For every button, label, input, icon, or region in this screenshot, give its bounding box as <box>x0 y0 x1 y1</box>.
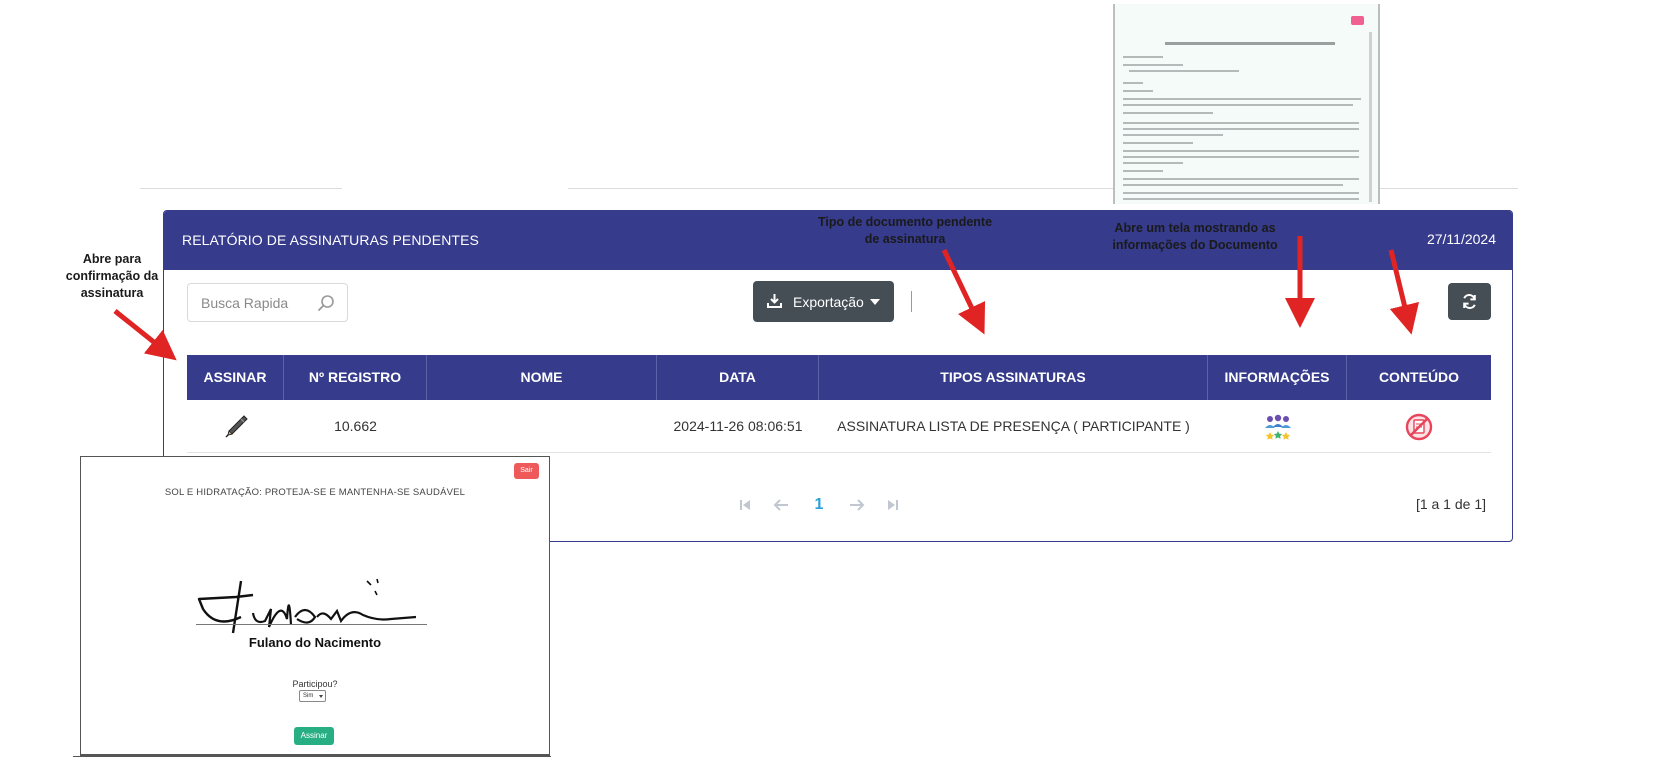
export-label: Exportação <box>793 294 864 310</box>
document-preview-line <box>1123 64 1183 66</box>
table-row: 10.662 2024-11-26 08:06:51 ASSINATURA LI… <box>187 400 1491 453</box>
document-preview-scrollbar[interactable] <box>1369 32 1372 202</box>
last-page-icon <box>888 499 898 510</box>
panel-date: 27/11/2024 <box>1426 231 1496 247</box>
participou-select[interactable]: Sim <box>299 690 326 702</box>
document-preview-close-button[interactable] <box>1351 16 1364 25</box>
modal-document-title: SOL E HIDRATAÇÃO: PROTEJA-SE E MANTENHA-… <box>164 487 466 498</box>
annotation-informacoes-line: informações do Documento <box>1112 238 1278 252</box>
modal-shadow-line <box>73 756 551 757</box>
search-icon[interactable] <box>317 294 335 312</box>
confirm-sign-button[interactable]: Assinar <box>294 727 334 745</box>
document-preview-line <box>1123 170 1163 172</box>
document-blocked-icon[interactable] <box>1405 413 1433 441</box>
pencil-icon[interactable] <box>223 414 249 440</box>
document-preview-line <box>1123 156 1359 158</box>
quick-search <box>187 283 348 322</box>
column-header-data[interactable]: DATA <box>657 355 819 400</box>
column-header-conteudo[interactable]: CONTEÚDO <box>1347 355 1491 400</box>
arrow-right-icon <box>850 499 865 511</box>
column-header-registro[interactable]: Nº REGISTRO <box>284 355 427 400</box>
first-page-icon <box>740 499 750 510</box>
document-preview-line <box>1123 184 1343 186</box>
document-preview-line <box>1123 104 1353 106</box>
cell-informacoes <box>1208 400 1347 453</box>
signature-modal: Sair SOL E HIDRATAÇÃO: PROTEJA-SE E MANT… <box>80 456 550 756</box>
annotation-tipo: Tipo de documento pendente de assinatura <box>800 214 1010 248</box>
document-preview-line <box>1123 122 1359 124</box>
document-preview-line <box>1123 162 1183 164</box>
refresh-icon <box>1463 294 1476 309</box>
signature-baseline <box>196 624 427 625</box>
record-count: [1 a 1 de 1] <box>1415 496 1486 512</box>
cell-conteudo <box>1347 400 1491 453</box>
document-preview-line <box>1123 134 1223 136</box>
column-header-tipos[interactable]: TIPOS ASSINATURAS <box>819 355 1208 400</box>
people-group-icon[interactable] <box>1264 414 1292 441</box>
column-header-informacoes[interactable]: INFORMAÇÕES <box>1208 355 1347 400</box>
annotation-assinar-line: confirmação da <box>65 269 159 283</box>
cell-tipos: ASSINATURA LISTA DE PRESENÇA ( PARTICIPA… <box>837 418 1190 434</box>
column-header-nome[interactable]: NOME <box>427 355 657 400</box>
document-preview-line <box>1123 98 1361 100</box>
refresh-button[interactable] <box>1448 283 1491 320</box>
signature-drawing[interactable] <box>191 569 431 639</box>
export-dropdown-button[interactable]: Exportação <box>753 281 894 322</box>
previous-page-button[interactable] <box>770 493 792 517</box>
cell-assinar <box>187 400 284 453</box>
participou-label: Participou? <box>292 679 338 689</box>
toolbar-separator <box>911 291 912 312</box>
annotation-assinar: Abre para confirmação da assinatura <box>52 251 172 302</box>
annotation-informacoes: Abre um tela mostrando as informações do… <box>1095 220 1295 254</box>
annotation-assinar-line: Abre para <box>82 252 142 266</box>
document-preview-line <box>1123 178 1359 180</box>
annotation-tipo-line: Tipo de documento pendente <box>817 215 993 229</box>
document-preview-line <box>1123 82 1143 84</box>
signer-name: Fulano do Nacimento <box>248 635 382 650</box>
arrow-left-icon <box>773 499 788 511</box>
panel-title: RELATÓRIO DE ASSINATURAS PENDENTES <box>182 232 479 248</box>
document-preview-line <box>1123 142 1193 144</box>
document-preview-line <box>1123 56 1163 58</box>
search-input[interactable] <box>189 285 309 320</box>
arrow-to-assinar <box>113 309 177 361</box>
cell-data: 2024-11-26 08:06:51 <box>673 418 803 434</box>
document-preview-line <box>1129 70 1239 72</box>
document-preview-line <box>1123 128 1359 130</box>
table-header: ASSINAR Nº REGISTRO NOME DATA TIPOS ASSI… <box>187 355 1491 400</box>
last-page-button[interactable] <box>882 493 904 517</box>
document-preview-line <box>1123 90 1153 92</box>
document-preview-line <box>1123 198 1359 200</box>
pagination: 1 <box>734 493 934 517</box>
column-header-assinar[interactable]: ASSINAR <box>187 355 284 400</box>
modal-exit-button[interactable]: Sair <box>514 463 539 479</box>
chevron-down-icon <box>870 299 880 305</box>
cell-registro: 10.662 <box>334 418 377 434</box>
annotation-informacoes-line: Abre um tela mostrando as <box>1114 221 1276 235</box>
document-preview-heading <box>1165 42 1335 45</box>
document-preview-line <box>1123 150 1359 152</box>
top-divider-left <box>140 188 342 189</box>
cell-nome <box>427 400 657 453</box>
document-preview-line <box>1123 112 1213 114</box>
annotation-assinar-line: assinatura <box>80 286 144 300</box>
annotation-tipo-line: de assinatura <box>864 232 946 246</box>
document-preview-thumbnail <box>1113 4 1380 204</box>
first-page-button[interactable] <box>734 493 756 517</box>
download-icon <box>767 294 782 308</box>
next-page-button[interactable] <box>846 493 868 517</box>
page-number-current[interactable]: 1 <box>808 493 830 517</box>
document-preview-line <box>1123 192 1359 194</box>
